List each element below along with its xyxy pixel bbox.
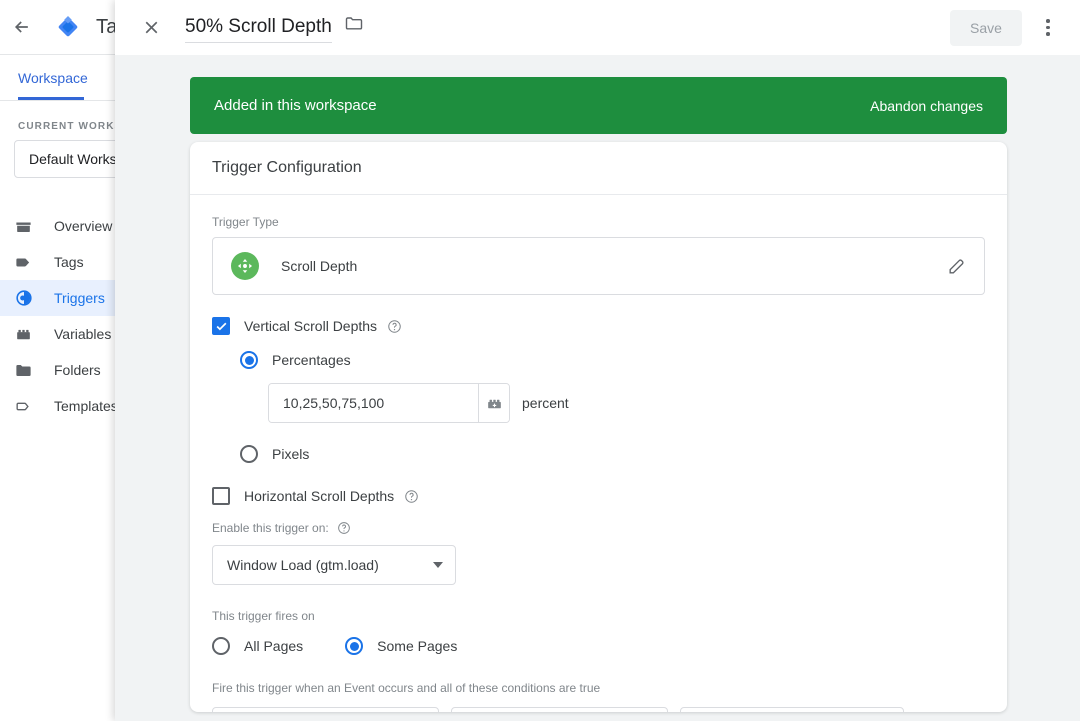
sidebar-item-label: Triggers bbox=[54, 290, 105, 306]
title-area: 50% Scroll Depth bbox=[185, 13, 364, 43]
abandon-changes-button[interactable]: Abandon changes bbox=[870, 98, 983, 114]
trigger-configuration-card: Trigger Configuration Trigger Type Scrol… bbox=[190, 142, 1007, 712]
add-condition-button[interactable]: + bbox=[958, 710, 985, 712]
percentages-label: Percentages bbox=[272, 352, 351, 368]
some-pages-label: Some Pages bbox=[377, 638, 458, 654]
all-pages-option[interactable]: All Pages bbox=[212, 637, 303, 655]
pencil-edit-icon[interactable] bbox=[936, 246, 976, 286]
condition-variable-select[interactable]: Scroll Depth Threshold bbox=[212, 707, 439, 712]
sidebar-item-label: Variables bbox=[54, 326, 112, 342]
percent-unit-label: percent bbox=[522, 395, 569, 411]
conditions-label: Fire this trigger when an Event occurs a… bbox=[212, 681, 601, 695]
card-header: Trigger Configuration bbox=[190, 142, 1007, 195]
pixels-label: Pixels bbox=[272, 446, 310, 462]
sidebar-item-label: Tags bbox=[54, 254, 84, 270]
percentages-input[interactable] bbox=[269, 384, 478, 422]
percentages-radio[interactable] bbox=[240, 351, 258, 369]
trigger-edit-modal: 50% Scroll Depth Save Added in this work… bbox=[115, 0, 1080, 721]
fires-on-label: This trigger fires on bbox=[212, 609, 315, 623]
scroll-depth-icon bbox=[231, 252, 259, 280]
vertical-scroll-depths-checkbox[interactable] bbox=[212, 317, 230, 335]
trigger-type-box[interactable]: Scroll Depth bbox=[212, 237, 985, 295]
workspace-banner: Added in this workspace Abandon changes bbox=[190, 77, 1007, 134]
condition-row: Scroll Depth Threshold greater than or e… bbox=[212, 707, 985, 712]
percentages-field-group bbox=[268, 383, 510, 423]
vertical-scroll-depths-label: Vertical Scroll Depths bbox=[244, 318, 378, 334]
tab-workspace[interactable]: Workspace bbox=[18, 55, 88, 101]
condition-value-input[interactable] bbox=[679, 707, 905, 712]
percentages-input-row: percent bbox=[268, 383, 985, 423]
sidebar-item-label: Overview bbox=[54, 218, 113, 234]
tag-icon bbox=[14, 252, 50, 272]
some-pages-radio[interactable] bbox=[345, 637, 364, 655]
condition-operator-select[interactable]: greater than or equal to bbox=[450, 707, 668, 712]
trigger-icon bbox=[14, 288, 50, 308]
trigger-type-label: Trigger Type bbox=[212, 215, 279, 229]
help-circle-icon[interactable] bbox=[337, 521, 351, 535]
sidebar-item-label: Templates bbox=[54, 398, 118, 414]
overview-icon bbox=[14, 216, 50, 236]
trigger-type-name: Scroll Depth bbox=[281, 258, 358, 274]
fires-on-options: All Pages Some Pages bbox=[212, 637, 985, 655]
horizontal-scroll-depths-row: Horizontal Scroll Depths bbox=[212, 487, 985, 505]
trigger-name-input[interactable]: 50% Scroll Depth bbox=[185, 16, 332, 43]
tab-active-underline bbox=[18, 97, 84, 100]
kebab-menu-icon[interactable] bbox=[1028, 8, 1068, 48]
folder-icon bbox=[14, 360, 50, 380]
template-icon bbox=[14, 396, 50, 416]
chevron-down-icon bbox=[433, 562, 443, 568]
enable-trigger-on-select[interactable]: Window Load (gtm.load) bbox=[212, 545, 456, 585]
some-pages-option[interactable]: Some Pages bbox=[345, 637, 457, 655]
close-icon[interactable] bbox=[131, 8, 171, 48]
save-button[interactable]: Save bbox=[950, 9, 1022, 46]
pixels-radio[interactable] bbox=[240, 445, 258, 463]
horizontal-scroll-depths-checkbox[interactable] bbox=[212, 487, 230, 505]
horizontal-scroll-depths-label: Horizontal Scroll Depths bbox=[244, 488, 395, 504]
pixels-radio-row: Pixels bbox=[240, 445, 985, 463]
folder-icon[interactable] bbox=[344, 13, 364, 43]
help-circle-icon[interactable] bbox=[387, 319, 402, 334]
modal-body: Added in this workspace Abandon changes … bbox=[115, 55, 1080, 721]
enable-trigger-on-select-wrap: Window Load (gtm.load) bbox=[212, 545, 985, 585]
enable-trigger-on-value: Window Load (gtm.load) bbox=[227, 557, 379, 573]
help-circle-icon[interactable] bbox=[404, 489, 419, 504]
enable-trigger-on-label-row: Enable this trigger on: bbox=[212, 521, 985, 535]
all-pages-label: All Pages bbox=[244, 638, 304, 654]
gtm-logo-icon bbox=[50, 9, 86, 45]
percentages-radio-row: Percentages bbox=[240, 351, 985, 369]
banner-message: Added in this workspace bbox=[214, 97, 377, 114]
card-body: Trigger Type Scroll Depth Vertical Scrol… bbox=[190, 195, 1007, 712]
remove-condition-button[interactable]: - bbox=[918, 710, 945, 712]
variable-insert-icon[interactable] bbox=[478, 384, 509, 422]
back-arrow-icon[interactable] bbox=[0, 0, 44, 55]
sidebar-item-label: Folders bbox=[54, 362, 101, 378]
vertical-scroll-depths-row: Vertical Scroll Depths bbox=[212, 317, 985, 335]
enable-trigger-on-label: Enable this trigger on: bbox=[212, 521, 329, 535]
modal-header: 50% Scroll Depth Save bbox=[115, 0, 1080, 55]
all-pages-radio[interactable] bbox=[212, 637, 230, 655]
variable-icon bbox=[14, 324, 50, 344]
